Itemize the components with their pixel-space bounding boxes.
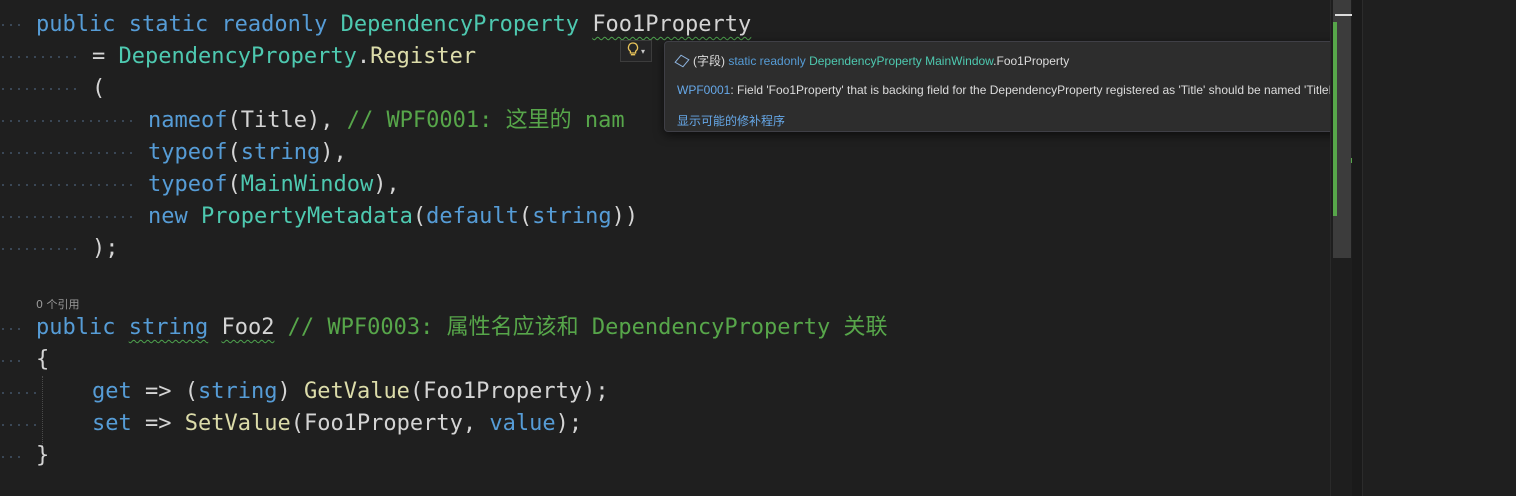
code-line-7: new PropertyMetadata(default(string)) xyxy=(148,204,639,229)
indent-dots xyxy=(2,184,132,186)
indent-dots xyxy=(2,328,20,330)
overview-margin[interactable] xyxy=(1330,0,1356,496)
code-line-3: ( xyxy=(92,76,106,101)
comment-token: // WPF0001: 这里的 nam xyxy=(346,108,625,133)
field-cube-icon xyxy=(674,54,690,68)
tooltip-signature: (字段) static readonly DependencyProperty … xyxy=(674,52,1069,69)
code-line-5: typeof(string), xyxy=(148,140,347,165)
indent-dots xyxy=(2,152,132,154)
quick-actions-button[interactable]: ▾ xyxy=(620,40,652,62)
indent-dots xyxy=(2,216,132,218)
right-pane xyxy=(1363,0,1516,496)
property-name-token[interactable]: Foo2 xyxy=(221,315,274,340)
splitter[interactable] xyxy=(1352,0,1363,496)
code-line-11: get => (string) GetValue(Foo1Property); xyxy=(92,379,609,404)
code-line-13: } xyxy=(36,443,50,468)
code-line-2: = DependencyProperty.Register xyxy=(92,44,477,69)
code-line-1: public static readonly DependencyPropert… xyxy=(36,9,751,41)
indent-dots xyxy=(2,56,76,58)
block-guide xyxy=(42,376,43,448)
code-line-4: nameof(Title), // WPF0001: 这里的 nam xyxy=(148,108,625,133)
change-marker xyxy=(1333,22,1337,216)
type-token: DependencyProperty xyxy=(340,12,580,37)
tooltip-actions: 显示可能的修补程序 xyxy=(677,112,785,129)
indent-dots xyxy=(2,88,76,90)
indent-dots xyxy=(2,24,20,26)
code-line-6: typeof(MainWindow), xyxy=(148,172,400,197)
lightbulb-icon xyxy=(627,41,639,61)
code-line-9: public string Foo2 // WPF0003: 属性名应该和 De… xyxy=(36,315,888,340)
show-fixes-link[interactable]: 显示可能的修补程序 xyxy=(677,114,785,128)
indent-dots xyxy=(2,248,76,250)
code-line-8: ); xyxy=(92,236,119,261)
field-name-token[interactable]: Foo1Property xyxy=(592,12,751,37)
tooltip-diagnostic: WPF0001: Field 'Foo1Property' that is ba… xyxy=(677,83,1377,97)
indent-dots xyxy=(2,360,20,362)
diagnostic-code-link[interactable]: WPF0001 xyxy=(677,83,730,97)
codelens-references[interactable]: 0 个引用 xyxy=(36,296,80,312)
indent-dots xyxy=(2,392,36,394)
keyword-token: public static readonly xyxy=(36,12,341,37)
chevron-down-icon: ▾ xyxy=(640,46,645,56)
indent-dots xyxy=(2,424,36,426)
indent-dots xyxy=(2,120,132,122)
code-line-12: set => SetValue(Foo1Property, value); xyxy=(92,411,583,436)
code-line-10: { xyxy=(36,347,50,372)
comment-token: // WPF0003: 属性名应该和 DependencyProperty 关联 xyxy=(274,315,888,340)
indent-dots xyxy=(2,456,20,458)
